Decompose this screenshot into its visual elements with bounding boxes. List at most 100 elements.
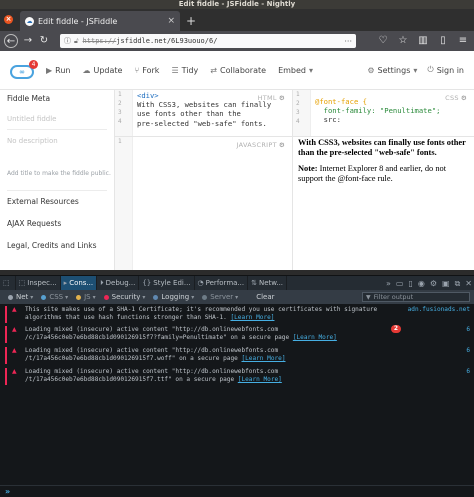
devtools-settings-icon[interactable]: ⚙ bbox=[430, 279, 437, 288]
page-actions-icon[interactable]: ··· bbox=[344, 37, 352, 46]
filter-js[interactable]: JS ▾ bbox=[72, 290, 100, 304]
site-info-icon[interactable]: ⓘ bbox=[64, 36, 71, 46]
javascript-editor-pane[interactable]: 1 JAVASCRIPT ⚙ bbox=[115, 137, 293, 270]
gear-icon[interactable]: ⚙ bbox=[279, 141, 285, 149]
devtools-tabbar: ⬚ ⬚ Inspec... ▸ Cons... ⏵ Debug... {} Style … bbox=[0, 275, 474, 291]
learn-more-link[interactable]: [Learn More] bbox=[230, 314, 274, 321]
code-line: font-family: "Penultimate"; bbox=[315, 106, 441, 116]
fiddle-description-input[interactable]: No description bbox=[7, 137, 58, 145]
message-source-link[interactable]: 6 bbox=[466, 347, 470, 354]
warning-icon: ▲ bbox=[12, 347, 17, 354]
console-message: ▲ Loading mixed (insecure) active conten… bbox=[0, 326, 474, 343]
tab-title: Edit fiddle - JSFiddle bbox=[38, 16, 118, 26]
jsfiddle-logo[interactable]: ∞ 4 bbox=[10, 60, 38, 79]
forward-arrow-icon[interactable]: → bbox=[21, 34, 35, 48]
back-arrow-icon[interactable]: ← bbox=[4, 34, 18, 48]
tidy-button[interactable]: ☰ Tidy bbox=[171, 66, 198, 75]
run-button[interactable]: ▶ Run bbox=[46, 66, 71, 75]
console-message: ▲ Loading mixed (insecure) active conten… bbox=[0, 368, 474, 385]
responsive-design-icon[interactable]: ▯ bbox=[408, 279, 412, 288]
tab-performance[interactable]: ◔ Performa... bbox=[195, 275, 249, 291]
tab-debugger[interactable]: ⏵ Debug... bbox=[97, 275, 140, 291]
message-source-link[interactable]: adn.fusionads.net bbox=[408, 306, 470, 313]
header-right: ⚙ Settings ▾ ⏻ Sign in bbox=[367, 65, 464, 75]
collaborate-button[interactable]: ⇄ Collaborate bbox=[210, 66, 266, 75]
tidy-lines-icon: ☰ bbox=[171, 65, 179, 75]
clear-console-button[interactable]: Clear bbox=[256, 293, 274, 301]
learn-more-link[interactable]: [Learn More] bbox=[238, 376, 282, 383]
message-text: Loading mixed (insecure) active content … bbox=[25, 326, 337, 342]
sidebar-icon[interactable]: ▯ bbox=[436, 34, 450, 48]
code-line: pre-selected "web-safe" fonts. bbox=[137, 118, 267, 128]
filter-output-input[interactable]: ▼ Filter output bbox=[362, 292, 470, 302]
hamburger-menu-icon[interactable]: ≡ bbox=[456, 34, 470, 48]
gear-icon[interactable]: ⚙ bbox=[461, 94, 467, 102]
message-text: Loading mixed (insecure) active content … bbox=[25, 368, 282, 384]
css-code[interactable]: @font-face { font-family: "Penultimate";… bbox=[315, 97, 441, 125]
tab-inspector[interactable]: ⬚ Inspec... bbox=[16, 275, 61, 291]
console-input[interactable]: » bbox=[0, 485, 474, 497]
css-editor-pane[interactable]: 1234 CSS ⚙ @font-face { font-family: "Pen… bbox=[293, 90, 474, 137]
sign-in-button[interactable]: ⏻ Sign in bbox=[427, 65, 464, 75]
public-hint: Add title to make the fiddle public. bbox=[7, 170, 111, 177]
result-output: With CSS3, websites can finally use font… bbox=[298, 138, 470, 190]
devtools-pick-element-icon[interactable]: ⬚ bbox=[0, 275, 16, 291]
filter-css[interactable]: CSS ▾ bbox=[37, 290, 72, 304]
devtools-overflow-icon[interactable]: » bbox=[386, 279, 391, 288]
cloud-upload-icon: ☁ bbox=[82, 65, 91, 75]
url-bar[interactable]: ⓘ 🔓︎ https://jsfiddle.net/6L93uouo/6/ ··… bbox=[60, 34, 356, 48]
learn-more-link[interactable]: [Learn More] bbox=[241, 355, 285, 362]
filter-server[interactable]: Server ▾ bbox=[198, 290, 242, 304]
split-console-icon[interactable]: ▭ bbox=[396, 279, 404, 288]
new-tab-button[interactable]: + bbox=[186, 14, 196, 28]
library-icon[interactable]: ▥ bbox=[416, 34, 430, 48]
reload-icon[interactable]: ↻ bbox=[37, 34, 51, 48]
filter-placeholder: Filter output bbox=[373, 293, 414, 301]
browser-tab[interactable]: ☁ Edit fiddle - JSFiddle × bbox=[20, 11, 180, 31]
tab-console[interactable]: ▸ Cons... bbox=[60, 275, 98, 291]
screenshot-icon[interactable]: ◉ bbox=[418, 279, 425, 288]
filter-icon: ▼ bbox=[366, 293, 371, 301]
tab-close-icon[interactable]: × bbox=[167, 16, 175, 26]
severity-bar bbox=[5, 306, 7, 323]
update-button[interactable]: ☁ Update bbox=[83, 66, 123, 75]
message-text: This site makes use of a SHA-1 Certifica… bbox=[25, 306, 378, 322]
tab-network[interactable]: ⇅ Netw... bbox=[248, 275, 288, 291]
url-path: jsfiddle.net/6L93uouo/6/ bbox=[116, 37, 218, 45]
embed-button[interactable]: Embed ▾ bbox=[278, 66, 313, 75]
message-source-link[interactable]: 6 bbox=[466, 326, 470, 333]
line-gutter: 1234 bbox=[115, 90, 133, 136]
line-gutter: 1234 bbox=[293, 90, 311, 136]
fiddle-meta-sidebar: Fiddle Meta Untitled fiddle No descripti… bbox=[0, 90, 115, 270]
dock-side-icon[interactable]: ▣ bbox=[442, 279, 450, 288]
settings-button[interactable]: ⚙ Settings ▾ bbox=[367, 65, 417, 75]
external-resources-link[interactable]: External Resources bbox=[7, 197, 79, 206]
filter-net[interactable]: Net ▾ bbox=[4, 290, 37, 304]
window-close-icon[interactable]: × bbox=[4, 15, 13, 24]
devtools-close-icon[interactable]: ✕ bbox=[465, 279, 472, 288]
filter-security[interactable]: Security ▾ bbox=[100, 290, 150, 304]
mixed-content-lock-icon[interactable]: 🔓︎ bbox=[74, 37, 79, 46]
navigation-bar: ← → ↻ ⓘ 🔓︎ https://jsfiddle.net/6L93uouo… bbox=[0, 31, 474, 51]
bookmark-star-icon[interactable]: ☆ bbox=[396, 34, 410, 48]
pocket-icon[interactable]: ♡ bbox=[376, 34, 390, 48]
gear-icon[interactable]: ⚙ bbox=[279, 94, 285, 102]
ajax-requests-link[interactable]: AJAX Requests bbox=[7, 219, 61, 228]
divider bbox=[7, 190, 107, 191]
message-source-link[interactable]: 6 bbox=[466, 368, 470, 375]
code-line: <div> bbox=[137, 91, 159, 100]
css-dot-icon bbox=[41, 294, 47, 300]
message-text: Loading mixed (insecure) active content … bbox=[25, 347, 286, 363]
legal-credits-link[interactable]: Legal, Credits and Links bbox=[7, 241, 96, 250]
learn-more-link[interactable]: [Learn More] bbox=[293, 334, 337, 341]
html-editor-pane[interactable]: 1234 HTML ⚙ <div> With CSS3, websites can… bbox=[115, 90, 293, 137]
collaborate-icon: ⇄ bbox=[210, 65, 217, 75]
fork-button[interactable]: ⑂ Fork bbox=[134, 66, 159, 75]
fiddle-title-input[interactable]: Untitled fiddle bbox=[7, 115, 56, 123]
tab-style-editor[interactable]: {} Style Edi... bbox=[139, 275, 195, 291]
js-dot-icon bbox=[76, 294, 82, 300]
html-code[interactable]: <div> With CSS3, websites can finally us… bbox=[137, 91, 271, 128]
filter-logging[interactable]: Logging ▾ bbox=[149, 290, 198, 304]
fork-icon: ⑂ bbox=[134, 65, 140, 75]
undock-icon[interactable]: ⧉ bbox=[455, 279, 461, 289]
